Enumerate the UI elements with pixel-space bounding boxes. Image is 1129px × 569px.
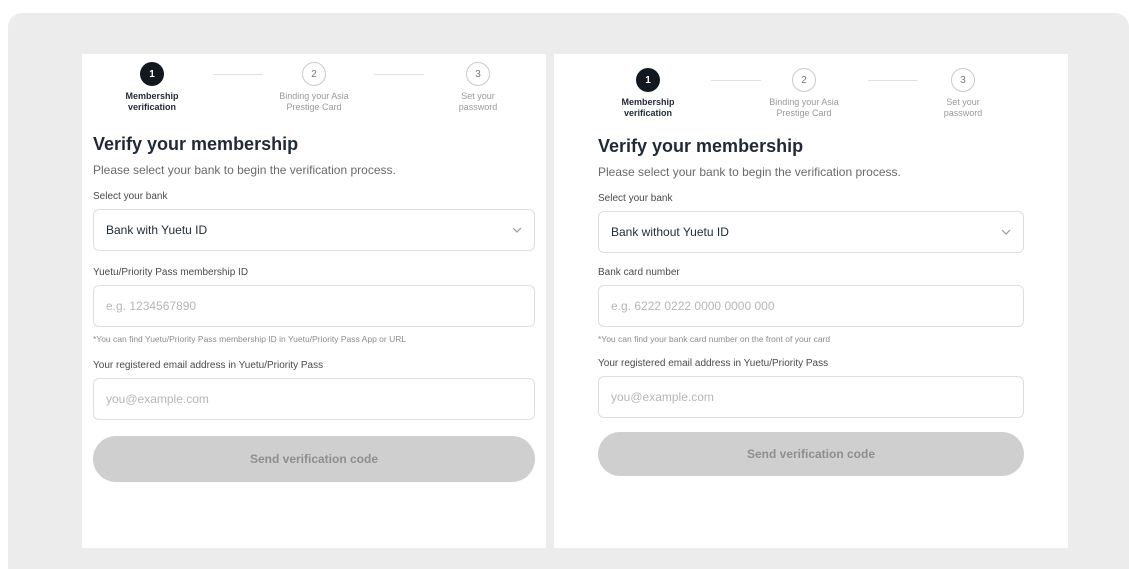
- step-connector: [213, 74, 263, 75]
- page-subtitle: Please select your bank to begin the ver…: [598, 165, 901, 179]
- step-label: Set your password: [458, 91, 498, 112]
- email-label: Your registered email address in Yuetu/P…: [598, 358, 829, 369]
- step-number-3: 3: [466, 62, 490, 86]
- membership-id-label: Yuetu/Priority Pass membership ID: [93, 267, 249, 278]
- bank-select-value: Bank with Yuetu ID: [106, 223, 208, 237]
- email-label: Your registered email address in Yuetu/P…: [93, 360, 324, 371]
- step-label: Binding your Asia Prestige Card: [769, 97, 839, 118]
- step-connector: [374, 74, 424, 75]
- step-number-1: 1: [636, 68, 660, 92]
- step-number-1: 1: [140, 62, 164, 86]
- progress-stepper: 1 Membership verification 2 Binding your…: [93, 54, 535, 120]
- page-subtitle: Please select your bank to begin the ver…: [93, 163, 396, 177]
- step-label: Binding your Asia Prestige Card: [279, 91, 349, 112]
- step-binding-card: 2 Binding your Asia Prestige Card: [749, 68, 859, 119]
- chevron-down-icon: [1001, 229, 1011, 235]
- bank-select[interactable]: Bank without Yuetu ID: [598, 211, 1024, 253]
- step-label: Membership verification: [125, 91, 179, 112]
- page-background: 1 Membership verification 2 Binding your…: [8, 13, 1129, 569]
- bank-select-label: Select your bank: [598, 193, 673, 204]
- page-title: Verify your membership: [598, 136, 804, 156]
- bank-select[interactable]: Bank with Yuetu ID: [93, 209, 535, 251]
- step-label: Membership verification: [621, 97, 675, 118]
- step-membership-verification: 1 Membership verification: [593, 68, 703, 119]
- card-number-label: Bank card number: [598, 267, 680, 278]
- membership-id-hint: *You can find Yuetu/Priority Pass member…: [93, 334, 407, 344]
- verification-panel-without-id: 1 Membership verification 2 Binding your…: [554, 54, 1068, 548]
- email-input[interactable]: [93, 378, 535, 420]
- send-verification-code-button[interactable]: Send verification code: [93, 436, 535, 482]
- card-number-input[interactable]: [598, 285, 1024, 327]
- email-input[interactable]: [598, 376, 1024, 418]
- chevron-down-icon: [512, 227, 522, 233]
- step-set-password: 3 Set your password: [423, 62, 533, 113]
- bank-select-label: Select your bank: [93, 191, 168, 202]
- card-number-hint: *You can find your bank card number on t…: [598, 334, 831, 344]
- bank-select-value: Bank without Yuetu ID: [611, 225, 729, 239]
- step-binding-card: 2 Binding your Asia Prestige Card: [259, 62, 369, 113]
- step-number-2: 2: [792, 68, 816, 92]
- step-set-password: 3 Set your password: [908, 68, 1018, 119]
- step-membership-verification: 1 Membership verification: [97, 62, 207, 113]
- send-verification-code-button[interactable]: Send verification code: [598, 432, 1024, 476]
- page-title: Verify your membership: [93, 134, 299, 154]
- verification-panel-with-id: 1 Membership verification 2 Binding your…: [82, 54, 546, 548]
- step-number-3: 3: [951, 68, 975, 92]
- progress-stepper: 1 Membership verification 2 Binding your…: [598, 54, 1024, 120]
- step-label: Set your password: [943, 97, 983, 118]
- membership-id-input[interactable]: [93, 285, 535, 327]
- step-number-2: 2: [302, 62, 326, 86]
